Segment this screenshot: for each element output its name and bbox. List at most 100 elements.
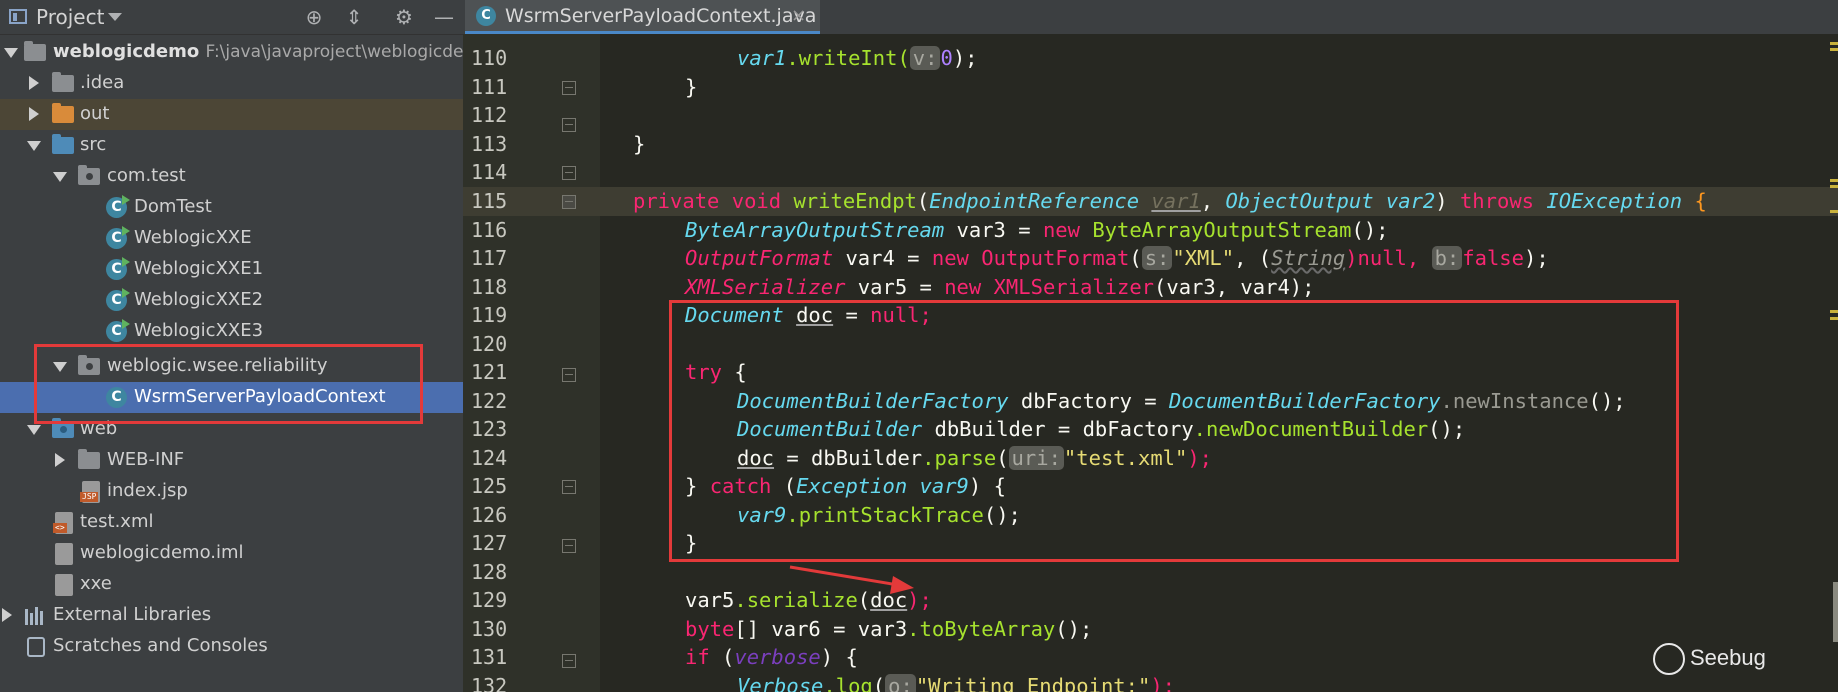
code-line-131: if (verbose) { bbox=[685, 645, 858, 669]
tree-item-external-libraries[interactable]: External Libraries bbox=[0, 600, 463, 631]
chevron-down-icon[interactable] bbox=[53, 362, 67, 372]
tree-item-path: F:\java\javaproject\weblogicdem bbox=[205, 42, 463, 62]
tab-wsrmserverpayloadcontext[interactable]: C WsrmServerPayloadContext.java × bbox=[465, 0, 820, 34]
fold-marker-icon[interactable] bbox=[562, 539, 576, 553]
tree-item-src[interactable]: src bbox=[0, 130, 463, 161]
code-line-129: var5.serialize(doc); bbox=[685, 588, 932, 612]
tree-item-web[interactable]: web bbox=[0, 414, 463, 445]
tree-item-scratches[interactable]: Scratches and Consoles bbox=[0, 631, 463, 662]
line-number: 124 bbox=[471, 446, 508, 470]
line-number: 129 bbox=[471, 588, 508, 612]
line-number: 130 bbox=[471, 617, 508, 641]
folder-icon bbox=[78, 449, 100, 469]
chevron-right-icon[interactable] bbox=[29, 76, 39, 90]
tree-item-label: weblogic.wsee.reliability bbox=[107, 355, 328, 376]
chevron-down-icon[interactable] bbox=[27, 425, 41, 435]
locate-icon[interactable]: ⊕ bbox=[302, 5, 326, 29]
tree-item-label: WsrmServerPayloadContext bbox=[134, 386, 386, 407]
fold-marker-icon[interactable] bbox=[562, 118, 576, 132]
chevron-right-icon[interactable] bbox=[55, 453, 65, 467]
line-number: 117 bbox=[471, 246, 508, 270]
tree-item-label: WeblogicXXE1 bbox=[134, 258, 264, 279]
chevron-right-icon[interactable] bbox=[29, 107, 39, 121]
tree-item-label: out bbox=[80, 103, 110, 124]
java-class-icon: C bbox=[476, 6, 496, 26]
module-folder-icon bbox=[24, 41, 46, 61]
line-number: 110 bbox=[471, 46, 508, 70]
line-number: 132 bbox=[471, 674, 508, 692]
tree-item-label: index.jsp bbox=[107, 480, 188, 501]
tree-item-index-jsp[interactable]: JSP index.jsp bbox=[0, 476, 463, 507]
code-line-113: } bbox=[633, 132, 646, 156]
tree-item-domtest[interactable]: C DomTest bbox=[0, 192, 463, 223]
code-line-115: private void writeEndpt(EndpointReferenc… bbox=[633, 189, 1707, 213]
code-line-111: } bbox=[685, 75, 698, 99]
java-class-icon: C bbox=[106, 387, 127, 408]
java-class-icon: C bbox=[106, 195, 130, 218]
project-view-icon bbox=[9, 9, 27, 24]
code-line-126: var9.printStackTrace(); bbox=[737, 503, 1021, 527]
java-class-icon: C bbox=[106, 226, 130, 249]
line-number: 112 bbox=[471, 103, 508, 127]
line-number: 126 bbox=[471, 503, 508, 527]
gear-icon[interactable]: ⚙ bbox=[392, 5, 416, 29]
code-line-130: byte[] var6 = var3.toByteArray(); bbox=[685, 617, 1093, 641]
java-class-icon: C bbox=[106, 288, 130, 311]
tree-item-label: WeblogicXXE3 bbox=[134, 320, 264, 341]
line-number: 122 bbox=[471, 389, 508, 413]
collapse-all-icon[interactable]: ⇕ bbox=[342, 5, 366, 29]
tree-item-idea[interactable]: .idea bbox=[0, 68, 463, 99]
project-header: Project ⊕ ⇕ ⚙ — bbox=[0, 0, 463, 35]
code-line-132: Verbose.log(o: "Writing Endpoint:"); bbox=[737, 672, 1175, 692]
tree-item-label: test.xml bbox=[80, 511, 154, 532]
code-line-122: DocumentBuilderFactory dbFactory = Docum… bbox=[737, 389, 1626, 413]
line-number: 118 bbox=[471, 275, 508, 299]
jsp-file-icon: JSP bbox=[80, 481, 100, 503]
line-number: 114 bbox=[471, 160, 508, 184]
tree-item-label: WeblogicXXE bbox=[134, 227, 252, 248]
tree-item-xxe[interactable]: xxe bbox=[0, 569, 463, 600]
fold-marker-icon[interactable] bbox=[562, 654, 576, 668]
folder-icon bbox=[52, 72, 74, 92]
fold-marker-icon[interactable] bbox=[562, 368, 576, 382]
tree-item-wsrmserverpayloadcontext[interactable]: C WsrmServerPayloadContext bbox=[0, 382, 463, 413]
tree-item-weblogicdemo-iml[interactable]: weblogicdemo.iml bbox=[0, 538, 463, 569]
tree-item-weblogicdemo[interactable]: weblogicdemo F:\java\javaproject\weblogi… bbox=[0, 37, 463, 68]
code-line-119: Document doc = null; bbox=[685, 303, 932, 327]
project-title[interactable]: Project bbox=[36, 5, 104, 29]
chevron-down-icon[interactable] bbox=[27, 141, 41, 151]
chevron-right-icon[interactable] bbox=[2, 608, 12, 622]
fold-marker-icon[interactable] bbox=[562, 166, 576, 180]
chevron-down-icon[interactable] bbox=[4, 48, 18, 58]
tree-item-out[interactable]: out bbox=[0, 99, 463, 130]
tree-item-label: DomTest bbox=[134, 196, 212, 217]
close-icon[interactable]: × bbox=[791, 5, 806, 26]
fold-marker-icon[interactable] bbox=[562, 81, 576, 95]
project-panel: Project ⊕ ⇕ ⚙ — weblogicdemo F:\java\jav… bbox=[0, 0, 463, 692]
tree-item-label: weblogicdemo F:\java\javaproject\weblogi… bbox=[53, 41, 463, 62]
line-number: 131 bbox=[471, 645, 508, 669]
tree-item-web-inf[interactable]: WEB-INF bbox=[0, 445, 463, 476]
line-number: 127 bbox=[471, 531, 508, 555]
code-line-121: try { bbox=[685, 360, 747, 384]
tree-item-weblogicxxe[interactable]: C WeblogicXXE bbox=[0, 223, 463, 254]
tree-item-com-test[interactable]: com.test bbox=[0, 161, 463, 192]
tree-item-weblogic-wsee-reliability[interactable]: weblogic.wsee.reliability bbox=[0, 351, 463, 382]
text-file-icon bbox=[55, 574, 73, 596]
tree-item-weblogicxxe1[interactable]: C WeblogicXXE1 bbox=[0, 254, 463, 285]
fold-marker-icon[interactable] bbox=[562, 480, 576, 494]
fold-marker-icon[interactable] bbox=[562, 195, 576, 209]
minimize-icon[interactable]: — bbox=[432, 5, 456, 29]
editor-tab-bar: C WsrmServerPayloadContext.java × bbox=[463, 0, 1838, 35]
chevron-down-icon[interactable] bbox=[53, 172, 67, 182]
chevron-down-icon[interactable] bbox=[108, 13, 122, 21]
tree-item-label: src bbox=[80, 134, 107, 155]
tree-item-weblogicxxe2[interactable]: C WeblogicXXE2 bbox=[0, 285, 463, 316]
code-editor[interactable]: 110 111 112 113 114 115 116 117 118 119 120 121 122 1… bbox=[463, 34, 1838, 692]
tree-item-weblogicxxe3[interactable]: C WeblogicXXE3 bbox=[0, 316, 463, 347]
xml-file-icon: <> bbox=[53, 512, 73, 534]
tree-item-test-xml[interactable]: <> test.xml bbox=[0, 507, 463, 538]
package-icon bbox=[78, 165, 100, 185]
watermark: Seebug bbox=[1690, 645, 1766, 670]
tree-item-label: WeblogicXXE2 bbox=[134, 289, 264, 310]
